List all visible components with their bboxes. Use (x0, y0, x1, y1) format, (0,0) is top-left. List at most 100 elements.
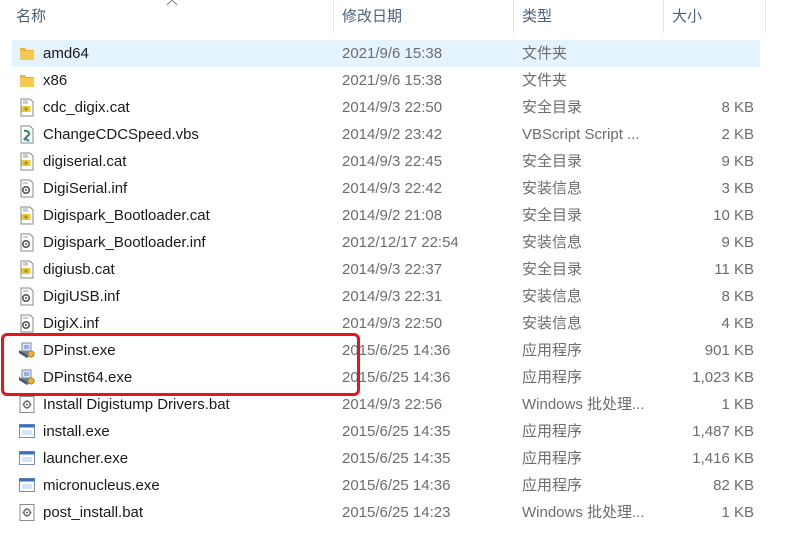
file-name: ChangeCDCSpeed.vbs (43, 126, 199, 143)
file-row[interactable]: cdc_digix.cat 2014/9/3 22:50 安全目录 8 KB (12, 94, 760, 121)
file-name: Install Digistump Drivers.bat (43, 396, 230, 413)
app-exe-icon (18, 476, 36, 495)
file-date: 2014/9/3 22:42 (342, 180, 443, 197)
file-row[interactable]: digiusb.cat 2014/9/3 22:37 安全目录 11 KB (12, 256, 760, 283)
file-date: 2015/6/25 14:23 (342, 504, 451, 521)
file-name: DigiUSB.inf (43, 288, 120, 305)
file-row[interactable]: DPinst64.exe 2015/6/25 14:36 应用程序 1,023 … (12, 364, 760, 391)
file-type: 安全目录 (522, 153, 583, 170)
file-row[interactable]: amd64 2021/9/6 15:38 文件夹 (12, 40, 760, 67)
folder-icon (18, 71, 36, 90)
installer-exe-icon (18, 368, 36, 387)
file-row[interactable]: post_install.bat 2015/6/25 14:23 Windows… (12, 499, 760, 526)
file-type: 安装信息 (522, 234, 583, 251)
file-row[interactable]: DigiUSB.inf 2014/9/3 22:31 安装信息 8 KB (12, 283, 760, 310)
security-catalog-icon (18, 260, 36, 279)
file-name: DPinst.exe (43, 342, 116, 359)
file-date: 2014/9/3 22:31 (342, 288, 443, 305)
file-date: 2015/6/25 14:36 (342, 342, 451, 359)
file-date: 2021/9/6 15:38 (342, 45, 443, 62)
file-size: 8 KB (721, 99, 754, 116)
file-row[interactable]: install.exe 2015/6/25 14:35 应用程序 1,487 K… (12, 418, 760, 445)
file-size: 11 KB (714, 261, 754, 278)
file-size: 82 KB (713, 477, 754, 494)
file-name: amd64 (43, 45, 89, 62)
file-size: 1 KB (721, 504, 754, 521)
column-size[interactable]: 大小 (672, 0, 702, 33)
setup-info-icon (18, 287, 36, 306)
setup-info-icon (18, 314, 36, 333)
file-type: 文件夹 (522, 45, 568, 62)
file-row[interactable]: DigiX.inf 2014/9/3 22:50 安装信息 4 KB (12, 310, 760, 337)
column-divider[interactable] (765, 0, 766, 33)
column-date-modified[interactable]: 修改日期 (342, 0, 402, 33)
file-size: 1,416 KB (692, 450, 754, 467)
file-name: digiusb.cat (43, 261, 115, 278)
file-row[interactable]: DigiSerial.inf 2014/9/3 22:42 安装信息 3 KB (12, 175, 760, 202)
column-divider[interactable] (513, 0, 514, 33)
file-row[interactable]: Install Digistump Drivers.bat 2014/9/3 2… (12, 391, 760, 418)
file-row[interactable]: DPinst.exe 2015/6/25 14:36 应用程序 901 KB (12, 337, 760, 364)
file-date: 2015/6/25 14:35 (342, 450, 451, 467)
security-catalog-icon (18, 152, 36, 171)
column-divider[interactable] (333, 0, 334, 33)
batch-file-icon (18, 395, 36, 414)
file-row[interactable]: Digispark_Bootloader.inf 2012/12/17 22:5… (12, 229, 760, 256)
file-date: 2015/6/25 14:36 (342, 477, 451, 494)
column-name[interactable]: 名称 (16, 0, 46, 33)
file-date: 2014/9/3 22:45 (342, 153, 443, 170)
file-date: 2012/12/17 22:54 (342, 234, 459, 251)
file-type: 安装信息 (522, 315, 583, 332)
file-name: cdc_digix.cat (43, 99, 130, 116)
file-type: 应用程序 (522, 342, 583, 359)
column-type[interactable]: 类型 (522, 0, 552, 33)
file-row[interactable]: Digispark_Bootloader.cat 2014/9/2 21:08 … (12, 202, 760, 229)
file-size: 10 KB (713, 207, 754, 224)
file-name: DigiX.inf (43, 315, 99, 332)
column-header: 名称 修改日期 类型 大小 (0, 0, 795, 33)
file-type: 安装信息 (522, 180, 583, 197)
file-type: 应用程序 (522, 477, 583, 494)
security-catalog-icon (18, 206, 36, 225)
file-date: 2014/9/3 22:56 (342, 396, 443, 413)
file-type: 安全目录 (522, 99, 583, 116)
file-type: 安全目录 (522, 261, 583, 278)
app-exe-icon (18, 422, 36, 441)
file-name: x86 (43, 72, 68, 89)
file-size: 9 KB (721, 153, 754, 170)
file-type: VBScript Script ... (522, 126, 640, 143)
file-date: 2014/9/2 21:08 (342, 207, 443, 224)
installer-exe-icon (18, 341, 36, 360)
app-exe-icon (18, 449, 36, 468)
file-date: 2015/6/25 14:36 (342, 369, 451, 386)
file-name: DigiSerial.inf (43, 180, 128, 197)
file-row[interactable]: micronucleus.exe 2015/6/25 14:36 应用程序 82… (12, 472, 760, 499)
file-size: 8 KB (721, 288, 754, 305)
file-date: 2014/9/3 22:50 (342, 315, 443, 332)
file-date: 2014/9/3 22:37 (342, 261, 443, 278)
file-name: Digispark_Bootloader.inf (43, 234, 206, 251)
security-catalog-icon (18, 98, 36, 117)
file-size: 3 KB (721, 180, 754, 197)
file-row[interactable]: launcher.exe 2015/6/25 14:35 应用程序 1,416 … (12, 445, 760, 472)
file-row[interactable]: digiserial.cat 2014/9/3 22:45 安全目录 9 KB (12, 148, 760, 175)
file-size: 901 KB (704, 342, 754, 359)
file-type: 应用程序 (522, 369, 583, 386)
file-size: 1,023 KB (692, 369, 754, 386)
file-size: 9 KB (721, 234, 754, 251)
file-type: Windows 批处理... (522, 504, 645, 521)
file-row[interactable]: ChangeCDCSpeed.vbs 2014/9/2 23:42 VBScri… (12, 121, 760, 148)
column-divider[interactable] (663, 0, 664, 33)
batch-file-icon (18, 503, 36, 522)
file-date: 2014/9/3 22:50 (342, 99, 443, 116)
file-name: Digispark_Bootloader.cat (43, 207, 210, 224)
file-name: DPinst64.exe (43, 369, 133, 386)
file-type: 安装信息 (522, 288, 583, 305)
file-name: micronucleus.exe (43, 477, 160, 494)
file-type: Windows 批处理... (522, 396, 645, 413)
setup-info-icon (18, 233, 36, 252)
file-type: 安全目录 (522, 207, 583, 224)
file-size: 4 KB (721, 315, 754, 332)
file-date: 2014/9/2 23:42 (342, 126, 443, 143)
file-row[interactable]: x86 2021/9/6 15:38 文件夹 (12, 67, 760, 94)
